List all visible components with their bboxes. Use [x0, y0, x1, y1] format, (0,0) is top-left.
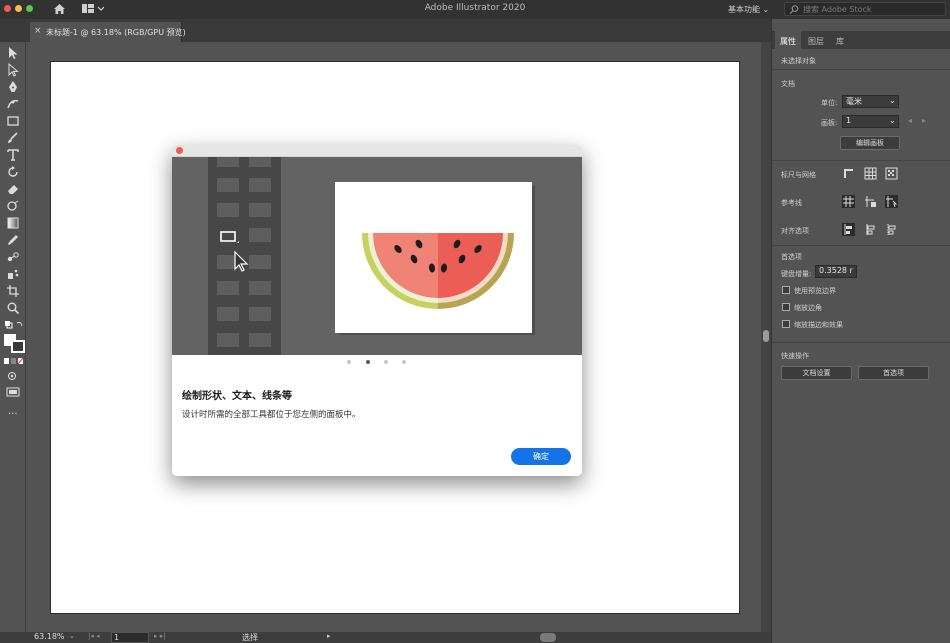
ok-button[interactable]: 确定 — [511, 448, 571, 465]
preferences-label: 首选项 — [781, 253, 802, 261]
scale-strokes-effects-checkbox[interactable] — [782, 320, 790, 328]
artboard-value: 1 — [846, 116, 852, 125]
rectangle-icon[interactable] — [6, 114, 20, 128]
status-menu-arrow-icon[interactable]: ▸ — [327, 632, 331, 640]
document-tab[interactable]: × 未标题-1 @ 63.18% (RGB/GPU 预览) — [30, 22, 186, 42]
units-label: 单位: — [821, 99, 838, 107]
eraser-icon[interactable] — [6, 182, 20, 196]
align-to-key-object-icon[interactable] — [864, 223, 877, 236]
close-tab-icon[interactable]: × — [34, 26, 42, 36]
direct-selection-icon[interactable] — [6, 63, 20, 77]
dialog-illustration — [172, 157, 582, 355]
color-mode-icons[interactable] — [3, 357, 25, 365]
symbol-sprayer-icon[interactable] — [6, 267, 20, 281]
toolbar-illustration — [208, 157, 281, 355]
chevron-down-icon: ⌄ — [889, 96, 896, 105]
carousel-dot-4[interactable] — [402, 360, 406, 364]
pen-icon[interactable] — [6, 80, 20, 94]
search-placeholder: 搜索 Adobe Stock — [803, 5, 872, 14]
keyboard-increment-input[interactable]: 0.3528 r — [815, 265, 857, 278]
align-options-label: 对齐选项 — [781, 227, 809, 235]
drawing-mode-icon[interactable] — [7, 371, 19, 381]
dialog-body-text: 设计时所需的全部工具都位于您左侧的面板中。 — [182, 410, 361, 420]
carousel-dot-1[interactable] — [347, 360, 351, 364]
next-artboard-icon[interactable]: ▸ ▸| — [154, 632, 166, 640]
chevron-down-icon: ⌄ — [762, 5, 770, 14]
carousel-dot-2-active[interactable] — [366, 360, 370, 364]
use-preview-bounds-label: 使用预览边界 — [794, 287, 836, 295]
units-select[interactable]: 毫米 ⌄ — [842, 95, 899, 108]
document-tab-label: 未标题-1 @ 63.18% (RGB/GPU 预览) — [46, 28, 186, 37]
units-value: 毫米 — [846, 97, 862, 106]
scale-icon[interactable] — [6, 199, 20, 213]
guides-icon[interactable] — [842, 195, 855, 208]
artboard-number-field[interactable]: 1 — [111, 632, 149, 643]
prev-artboard-icon[interactable]: ◂ — [908, 116, 912, 125]
no-selection-label: 未选择对象 — [781, 57, 816, 65]
eyedropper-icon[interactable] — [6, 233, 20, 247]
edit-artboards-button[interactable]: 编辑画板 — [840, 136, 900, 150]
dialog-title-bar — [172, 145, 582, 157]
zoom-icon[interactable] — [6, 301, 20, 315]
ruler-icon[interactable] — [842, 167, 855, 180]
search-icon — [789, 5, 799, 14]
guides-label: 参考线 — [781, 199, 802, 207]
vertical-scrollbar-thumb[interactable] — [763, 330, 769, 342]
properties-panel — [771, 19, 950, 643]
paintbrush-icon[interactable] — [6, 131, 20, 145]
first-artboard-icon[interactable]: |◂ ◂ — [88, 632, 100, 640]
scale-corners-label: 缩放边角 — [794, 304, 822, 312]
chevron-down-icon: ⌄ — [889, 116, 896, 125]
divider — [772, 342, 950, 343]
horizontal-scrollbar-thumb[interactable] — [540, 633, 556, 642]
screen-mode-icon[interactable] — [6, 387, 20, 397]
align-to-artboard-icon[interactable] — [885, 223, 898, 236]
preferences-button[interactable]: 首选项 — [858, 366, 929, 380]
fill-stroke-swatch[interactable] — [3, 333, 25, 353]
fill-stroke-default-icon[interactable] — [4, 320, 24, 332]
document-setup-button[interactable]: 文档设置 — [781, 366, 852, 380]
watermelon-illustration — [335, 182, 535, 335]
tab-layers[interactable]: 图层 — [808, 36, 824, 47]
selection-tool-icon[interactable] — [6, 46, 20, 60]
zoom-level[interactable]: 63.18% — [34, 632, 65, 641]
divider — [772, 245, 950, 246]
grid-icon[interactable] — [864, 167, 877, 180]
carousel-dot-3[interactable] — [384, 360, 388, 364]
more-tools-icon[interactable]: ··· — [8, 409, 18, 420]
workspace-switcher[interactable]: 基本功能 ⌄ — [728, 4, 769, 15]
artboard-tool-icon[interactable] — [6, 284, 20, 298]
divider — [772, 160, 950, 161]
status-text: 选择 — [242, 633, 258, 642]
workspace-label: 基本功能 — [728, 5, 760, 14]
dialog-heading: 绘制形状、文本、线条等 — [182, 391, 292, 402]
align-to-selection-icon[interactable] — [842, 223, 855, 236]
chevron-down-icon[interactable]: ⌄ — [69, 632, 75, 640]
tab-properties[interactable]: 属性 — [780, 36, 796, 47]
quick-actions-label: 快速操作 — [781, 352, 809, 360]
tab-libraries[interactable]: 库 — [836, 36, 844, 47]
divider — [772, 69, 950, 70]
type-icon[interactable] — [6, 148, 20, 162]
use-preview-bounds-checkbox[interactable] — [782, 286, 790, 294]
lock-guides-icon[interactable] — [864, 195, 877, 208]
pixel-grid-icon[interactable] — [885, 167, 898, 180]
document-section-title: 文档 — [781, 80, 795, 88]
gradient-icon[interactable] — [6, 216, 20, 230]
artboard-label: 画板: — [821, 119, 838, 127]
dialog-close-button[interactable] — [176, 147, 183, 154]
keyboard-increment-label: 键盘增量: — [781, 270, 812, 278]
blend-icon[interactable] — [6, 250, 20, 264]
scale-strokes-effects-label: 缩放描边和效果 — [794, 321, 843, 329]
stock-search-input[interactable]: 搜索 Adobe Stock — [784, 2, 946, 16]
rulers-grids-label: 标尺与网格 — [781, 171, 816, 179]
artboard-select[interactable]: 1 ⌄ — [842, 115, 899, 128]
next-artboard-panel-icon[interactable]: ▸ — [922, 116, 926, 125]
curvature-icon[interactable] — [6, 97, 20, 111]
welcome-dialog: 绘制形状、文本、线条等 设计时所需的全部工具都位于您左侧的面板中。 确定 — [172, 145, 582, 476]
scale-corners-checkbox[interactable] — [782, 303, 790, 311]
smart-guides-icon[interactable] — [885, 195, 898, 208]
rotate-icon[interactable] — [6, 165, 20, 179]
